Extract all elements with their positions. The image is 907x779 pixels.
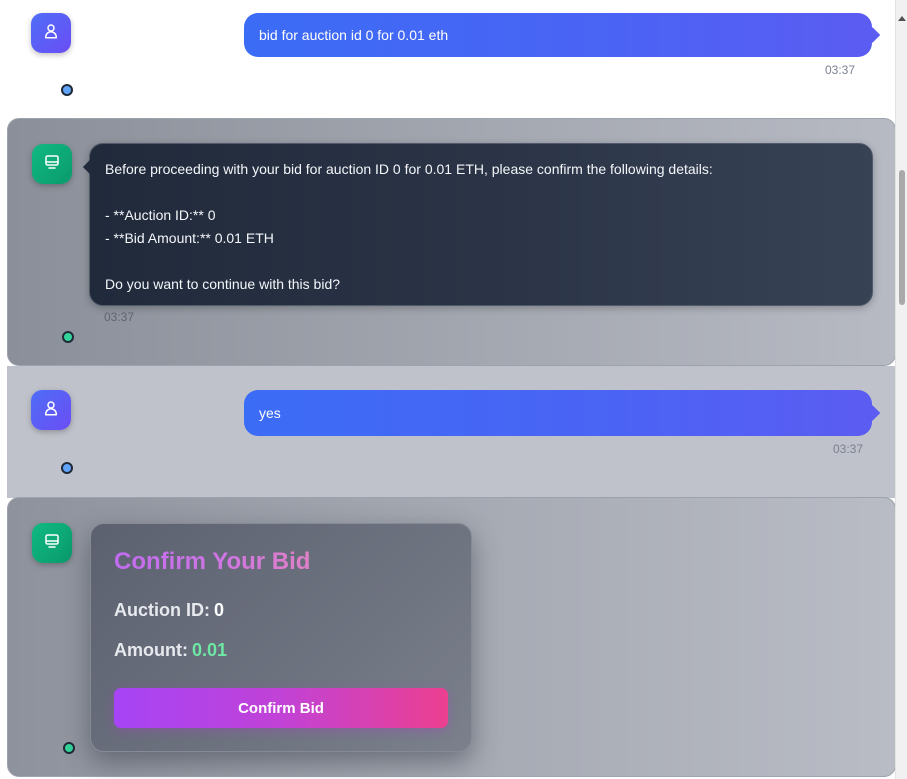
user-icon (42, 22, 60, 45)
auction-id-label: Auction ID: (114, 600, 210, 620)
assistant-message-line: Do you want to continue with this bid? (105, 276, 341, 292)
message-row-user: yes 03:37 (7, 366, 896, 498)
assistant-message-line (105, 250, 857, 273)
assistant-message-line: Before proceeding with your bid for auct… (105, 161, 713, 177)
scroll-up-arrow[interactable] (898, 16, 906, 21)
amount-value: 0.01 (191, 640, 228, 660)
assistant-message-line: - **Auction ID:** 0 (105, 207, 216, 223)
user-message-bubble: bid for auction id 0 for 0.01 eth (244, 13, 872, 57)
confirm-bid-button[interactable]: Confirm Bid (114, 688, 448, 728)
message-timestamp: 03:37 (104, 310, 135, 324)
monitor-icon (43, 153, 61, 176)
amount-label: Amount: (114, 640, 188, 660)
message-row-user: bid for auction id 0 for 0.01 eth 03:37 (0, 0, 895, 118)
scrollbar-thumb[interactable] (899, 170, 905, 305)
scrollbar[interactable] (895, 0, 907, 779)
message-row-assistant: Confirm Your Bid Auction ID: 0 Amount: 0.0… (7, 497, 896, 777)
assistant-message-bubble: Before proceeding with your bid for auct… (89, 143, 873, 306)
status-dot (61, 84, 73, 96)
user-message-text: yes (259, 405, 281, 421)
status-dot (63, 742, 75, 754)
user-icon (42, 399, 60, 422)
user-message-text: bid for auction id 0 for 0.01 eth (259, 27, 449, 43)
user-message-bubble: yes (244, 390, 872, 436)
confirm-bid-card: Confirm Your Bid Auction ID: 0 Amount: 0.0… (90, 523, 472, 752)
card-title: Confirm Your Bid (114, 548, 311, 575)
status-dot (61, 462, 73, 474)
assistant-message-line (105, 181, 857, 204)
status-dot (62, 331, 74, 343)
user-avatar (31, 13, 71, 53)
amount-line: Amount: 0.01 (114, 640, 227, 661)
message-row-assistant: Before proceeding with your bid for auct… (7, 118, 896, 366)
message-timestamp: 03:37 (824, 63, 855, 77)
assistant-message-line: - **Bid Amount:** 0.01 ETH (105, 230, 274, 246)
auction-id-line: Auction ID: 0 (114, 600, 224, 621)
message-timestamp: 03:37 (832, 442, 863, 456)
user-avatar (31, 390, 71, 430)
assistant-avatar (32, 144, 72, 184)
auction-id-value: 0 (214, 600, 225, 620)
monitor-icon (43, 532, 61, 555)
assistant-avatar (32, 523, 72, 563)
